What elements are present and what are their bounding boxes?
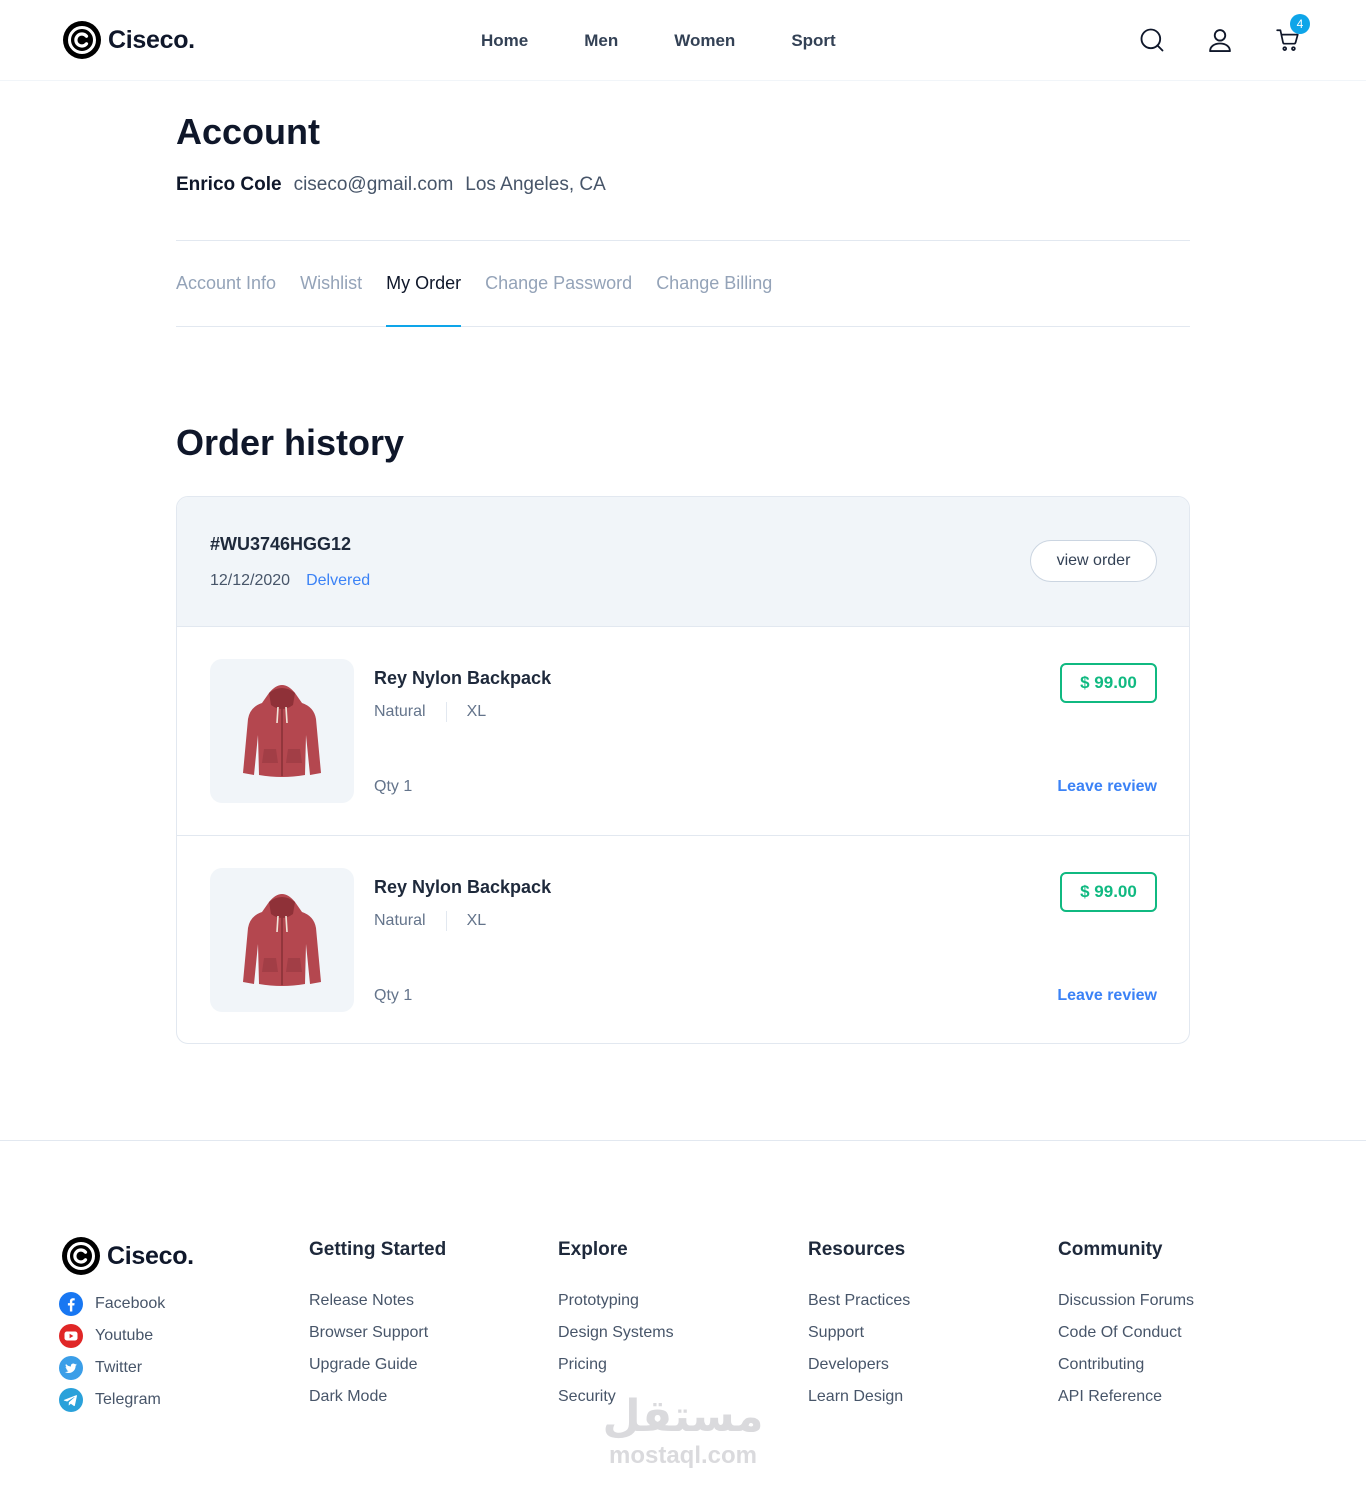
footer-link[interactable]: Pricing bbox=[558, 1353, 674, 1385]
order-item: Rey Nylon Backpack Natural XL Qty 1 $ 99… bbox=[177, 836, 1189, 1043]
social-label: Facebook bbox=[95, 1295, 166, 1312]
footer-column-community: Community Discussion Forums Code Of Cond… bbox=[1058, 1239, 1194, 1417]
page-title: Account bbox=[176, 111, 320, 152]
hoodie-icon bbox=[243, 685, 321, 777]
footer-link[interactable]: Design Systems bbox=[558, 1321, 674, 1353]
tab-change-password[interactable]: Change Password bbox=[485, 241, 632, 327]
social-links: Facebook Youtube Twitter Telegram bbox=[59, 1288, 165, 1416]
footer-link[interactable]: Security bbox=[558, 1385, 674, 1417]
cart-count-badge: 4 bbox=[1290, 14, 1310, 34]
youtube-icon bbox=[59, 1324, 83, 1348]
footer-column-title: Community bbox=[1058, 1239, 1163, 1260]
leave-review-link[interactable]: Leave review bbox=[1057, 987, 1157, 1005]
social-youtube[interactable]: Youtube bbox=[59, 1320, 165, 1352]
social-telegram[interactable]: Telegram bbox=[59, 1384, 165, 1416]
facebook-icon bbox=[59, 1292, 83, 1316]
product-name[interactable]: Rey Nylon Backpack bbox=[374, 877, 551, 898]
product-color: Natural bbox=[374, 912, 426, 929]
account-email: ciseco@gmail.com bbox=[293, 174, 454, 195]
footer-column-getting-started: Getting Started Release Notes Browser Su… bbox=[309, 1239, 446, 1417]
order-date: 12/12/2020 bbox=[210, 572, 291, 589]
hoodie-icon bbox=[243, 894, 321, 986]
footer-link[interactable]: Contributing bbox=[1058, 1353, 1194, 1385]
attribute-divider bbox=[445, 702, 447, 722]
social-label: Telegram bbox=[95, 1391, 161, 1408]
product-image[interactable] bbox=[210, 659, 354, 803]
footer-link[interactable]: Best Practices bbox=[808, 1289, 910, 1321]
product-attributes: Natural XL bbox=[374, 702, 486, 722]
view-order-button[interactable]: view order bbox=[1030, 540, 1157, 582]
product-size: XL bbox=[466, 703, 487, 720]
social-facebook[interactable]: Facebook bbox=[59, 1288, 165, 1320]
footer-link[interactable]: Developers bbox=[808, 1353, 910, 1385]
nav-women[interactable]: Women bbox=[646, 21, 763, 61]
attribute-divider bbox=[445, 911, 447, 931]
social-twitter[interactable]: Twitter bbox=[59, 1352, 165, 1384]
brand-name: Ciseco. bbox=[108, 25, 195, 54]
cart-button[interactable]: 4 bbox=[1270, 14, 1310, 58]
site-header: Ciseco. Home Men Women Sport 4 bbox=[0, 0, 1366, 81]
product-size: XL bbox=[466, 912, 487, 929]
account-location: Los Angeles, CA bbox=[465, 174, 606, 195]
telegram-icon bbox=[59, 1388, 83, 1412]
order-status: Delvered bbox=[306, 572, 371, 589]
footer-link[interactable]: Dark Mode bbox=[309, 1385, 446, 1417]
price-badge: $ 99.00 bbox=[1060, 872, 1157, 912]
footer-link[interactable]: Upgrade Guide bbox=[309, 1353, 446, 1385]
order-header: #WU3746HGG12 12/12/2020 Delvered view or… bbox=[177, 497, 1189, 627]
logo-icon bbox=[62, 1237, 100, 1275]
product-qty: Qty 1 bbox=[374, 987, 413, 1004]
order-item: Rey Nylon Backpack Natural XL Qty 1 $ 99… bbox=[177, 627, 1189, 836]
tab-account-info[interactable]: Account Info bbox=[176, 241, 276, 327]
footer-link[interactable]: Learn Design bbox=[808, 1385, 910, 1417]
watermark-latin: mostaql.com bbox=[608, 1442, 758, 1469]
footer-column-explore: Explore Prototyping Design Systems Prici… bbox=[558, 1239, 674, 1417]
footer-link[interactable]: Discussion Forums bbox=[1058, 1289, 1194, 1321]
footer-logo[interactable]: Ciseco. bbox=[61, 1236, 194, 1276]
account-meta: Enrico Cole ciseco@gmail.com Los Angeles… bbox=[176, 174, 606, 196]
product-color: Natural bbox=[374, 703, 426, 720]
user-icon bbox=[1209, 29, 1231, 53]
social-label: Youtube bbox=[95, 1327, 154, 1344]
product-name[interactable]: Rey Nylon Backpack bbox=[374, 668, 551, 689]
footer-link[interactable]: Prototyping bbox=[558, 1289, 674, 1321]
nav-sport[interactable]: Sport bbox=[763, 21, 863, 61]
footer-link[interactable]: Browser Support bbox=[309, 1321, 446, 1353]
logo[interactable]: Ciseco. bbox=[62, 20, 195, 60]
order-id: #WU3746HGG12 bbox=[210, 534, 352, 554]
product-image[interactable] bbox=[210, 868, 354, 1012]
tab-change-billing[interactable]: Change Billing bbox=[656, 241, 772, 327]
product-attributes: Natural XL bbox=[374, 911, 486, 931]
header-actions: 4 bbox=[1134, 14, 1310, 58]
footer-brand-name: Ciseco. bbox=[107, 1241, 194, 1270]
search-button[interactable] bbox=[1134, 22, 1170, 58]
order-history-title: Order history bbox=[176, 422, 405, 463]
footer-divider bbox=[0, 1140, 1366, 1141]
account-button[interactable] bbox=[1202, 22, 1238, 58]
order-card: #WU3746HGG12 12/12/2020 Delvered view or… bbox=[176, 496, 1190, 1044]
nav-home[interactable]: Home bbox=[453, 21, 556, 61]
footer-link[interactable]: Code Of Conduct bbox=[1058, 1321, 1194, 1353]
footer-link[interactable]: API Reference bbox=[1058, 1385, 1194, 1417]
search-icon bbox=[1140, 28, 1164, 52]
leave-review-link[interactable]: Leave review bbox=[1057, 778, 1157, 796]
twitter-icon bbox=[59, 1356, 83, 1380]
footer-column-title: Explore bbox=[558, 1239, 628, 1260]
main-nav: Home Men Women Sport bbox=[453, 0, 864, 81]
footer-link[interactable]: Support bbox=[808, 1321, 910, 1353]
social-label: Twitter bbox=[95, 1359, 143, 1376]
tab-my-order[interactable]: My Order bbox=[386, 241, 462, 327]
product-qty: Qty 1 bbox=[374, 778, 413, 795]
footer-column-resources: Resources Best Practices Support Develop… bbox=[808, 1239, 910, 1417]
account-tabs: Account Info Wishlist My Order Change Pa… bbox=[176, 241, 1190, 327]
logo-icon bbox=[63, 21, 101, 59]
footer-column-title: Getting Started bbox=[309, 1239, 447, 1260]
footer-column-title: Resources bbox=[808, 1239, 906, 1260]
footer-link[interactable]: Release Notes bbox=[309, 1289, 446, 1321]
order-date-row: 12/12/2020 Delvered bbox=[210, 572, 370, 590]
price-badge: $ 99.00 bbox=[1060, 663, 1157, 703]
account-name: Enrico Cole bbox=[176, 174, 282, 195]
nav-men[interactable]: Men bbox=[556, 21, 646, 61]
tab-wishlist[interactable]: Wishlist bbox=[300, 241, 362, 327]
